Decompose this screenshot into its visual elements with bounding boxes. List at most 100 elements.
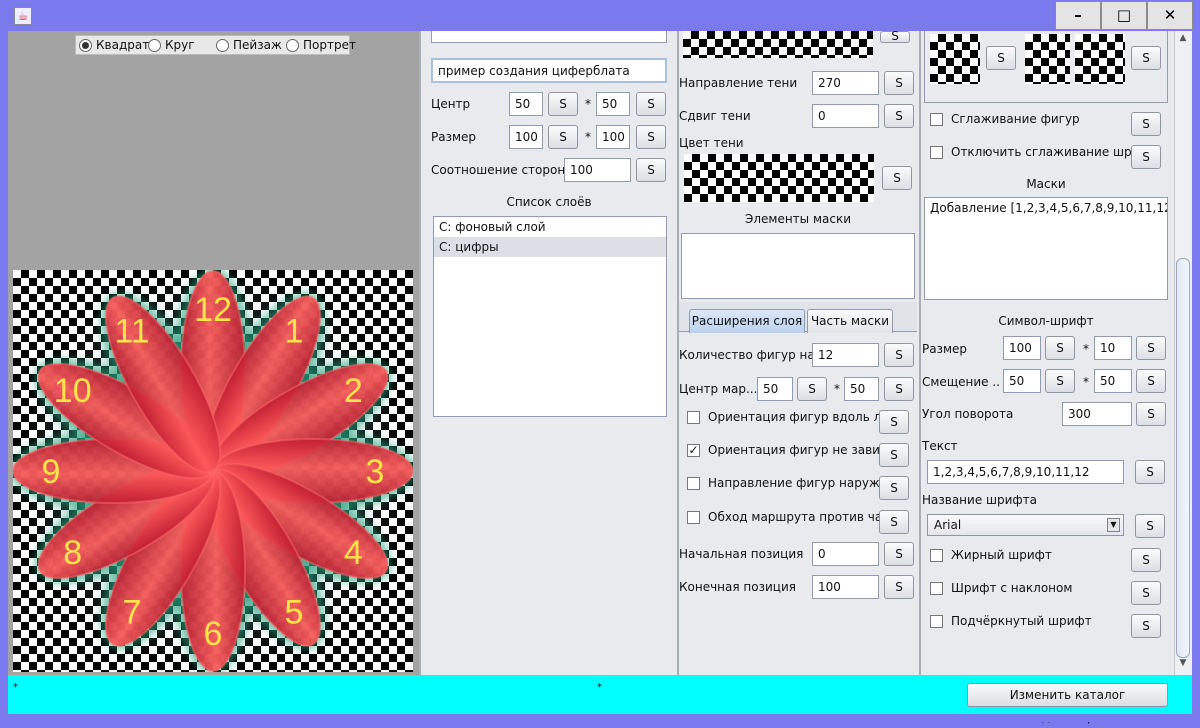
- dial-digit: 11: [114, 313, 149, 351]
- radio-square[interactable]: Квадрат: [79, 38, 149, 52]
- aspect-s-button[interactable]: S: [636, 158, 666, 182]
- rotation-angle-input[interactable]: 300: [1062, 402, 1132, 426]
- shadow-color-s-button[interactable]: S: [882, 166, 912, 190]
- mask-elements-list[interactable]: [681, 233, 915, 299]
- chevron-down-icon[interactable]: ▼: [1107, 518, 1120, 532]
- start-position-input[interactable]: 0: [812, 542, 879, 566]
- route-center-y-input[interactable]: 50: [844, 377, 879, 401]
- route-center-x-s-button[interactable]: S: [797, 377, 827, 401]
- shadow-color-swatch[interactable]: [684, 154, 874, 202]
- route-center-x-input[interactable]: 50: [757, 377, 793, 401]
- aspect-label: Соотношение сторон: [431, 163, 566, 177]
- underline-s-button[interactable]: S: [1131, 614, 1161, 638]
- radio-portrait[interactable]: Портрет: [286, 38, 356, 52]
- font-size-x-input[interactable]: 100: [1003, 336, 1041, 360]
- layer-name-input[interactable]: пример создания циферблата: [431, 58, 667, 83]
- underline-font-checkbox[interactable]: Подчёркнутый шрифт: [930, 614, 1092, 628]
- mask-swatch-1[interactable]: [930, 34, 980, 84]
- size-x-s-button[interactable]: S: [548, 125, 578, 149]
- tab-mask-part[interactable]: Часть маски: [807, 309, 893, 333]
- italic-font-checkbox[interactable]: Шрифт с наклоном: [930, 581, 1072, 595]
- font-name-select[interactable]: Arial ▼: [927, 514, 1124, 536]
- mask-swatch-3-s-button[interactable]: S: [1131, 46, 1161, 70]
- size-y-input[interactable]: 100: [596, 125, 630, 149]
- shadow-direction-input[interactable]: 270: [812, 71, 879, 95]
- aspect-input[interactable]: 100: [564, 158, 631, 182]
- font-size-x-s-button[interactable]: S: [1045, 336, 1075, 360]
- disable-font-smoothing-checkbox[interactable]: Отключить сглаживание шри...: [930, 145, 1151, 159]
- top-field[interactable]: [431, 31, 667, 43]
- tab-layer-extensions[interactable]: Расширения слоя: [689, 309, 805, 333]
- mask-swatch-3[interactable]: [1075, 34, 1125, 84]
- dial-canvas: 121234567891011: [9, 267, 417, 675]
- checkbox-icon: [930, 614, 943, 628]
- reverse-route-checkbox[interactable]: Обход маршрута против ча...: [687, 510, 894, 524]
- bold-s-button[interactable]: S: [1131, 548, 1161, 572]
- scrollbar-thumb[interactable]: [1176, 258, 1190, 658]
- font-offset-x-input[interactable]: 50: [1003, 369, 1041, 393]
- radio-circle[interactable]: Круг: [148, 38, 195, 52]
- minimize-button[interactable]: –: [1055, 1, 1101, 30]
- size-y-s-button[interactable]: S: [636, 125, 666, 149]
- size-x-input[interactable]: 100: [509, 125, 543, 149]
- figure-count-input[interactable]: 12: [812, 343, 879, 367]
- orient-independent-s-button[interactable]: S: [879, 443, 909, 467]
- star-separator: *: [1083, 375, 1089, 389]
- scroll-down-icon[interactable]: ▼: [1176, 658, 1190, 672]
- end-position-s-button[interactable]: S: [884, 575, 914, 599]
- figure-count-s-button[interactable]: S: [884, 343, 914, 367]
- end-position-input[interactable]: 100: [812, 575, 879, 599]
- disable-smoothing-s-button[interactable]: S: [1131, 145, 1161, 169]
- orient-along-s-button[interactable]: S: [879, 410, 909, 434]
- close-button[interactable]: ✕: [1147, 1, 1193, 30]
- radio-landscape[interactable]: Пейзаж: [216, 38, 282, 52]
- scroll-up-icon[interactable]: ▲: [1176, 33, 1190, 47]
- text-input[interactable]: 1,2,3,4,5,6,7,8,9,10,11,12: [927, 460, 1124, 484]
- dial-preview: 12 1 2 3 4 5 6 7 8 9 10 11: [9, 267, 417, 675]
- mask-swatch-1-s-button[interactable]: S: [986, 46, 1016, 70]
- orient-independent-checkbox[interactable]: ✓ Ориентация фигур не зави...: [687, 443, 891, 457]
- masks-list[interactable]: Добавление [1,2,3,4,5,6,7,8,9,10,11,12]: [924, 197, 1168, 300]
- window-bottom-border: [0, 714, 1200, 722]
- change-indicator-catalog-button[interactable]: Изменить каталог индикаторов: [967, 683, 1168, 724]
- checkbox-icon: [687, 476, 700, 490]
- font-offset-y-s-button[interactable]: S: [1136, 369, 1166, 393]
- star-separator: *: [585, 97, 591, 111]
- start-position-s-button[interactable]: S: [884, 542, 914, 566]
- center-y-input[interactable]: 50: [596, 92, 630, 116]
- layers-list[interactable]: С: фоновый слой С: цифры: [433, 216, 667, 417]
- font-size-y-input[interactable]: 10: [1094, 336, 1132, 360]
- smoothing-checkbox[interactable]: Сглаживание фигур: [930, 112, 1080, 126]
- center-x-input[interactable]: 50: [509, 92, 543, 116]
- direction-outward-s-button[interactable]: S: [879, 476, 909, 500]
- font-offset-x-s-button[interactable]: S: [1045, 369, 1075, 393]
- font-size-y-s-button[interactable]: S: [1136, 336, 1166, 360]
- list-item[interactable]: С: фоновый слой: [434, 217, 666, 237]
- shadow-direction-s-button[interactable]: S: [884, 71, 914, 95]
- bold-font-checkbox[interactable]: Жирный шрифт: [930, 548, 1052, 562]
- maximize-button[interactable]: □: [1101, 1, 1147, 30]
- font-name-s-button[interactable]: S: [1135, 514, 1165, 538]
- route-center-y-s-button[interactable]: S: [884, 377, 914, 401]
- checkbox-label: Жирный шрифт: [951, 548, 1052, 562]
- list-item[interactable]: С: цифры: [434, 237, 666, 257]
- reverse-route-s-button[interactable]: S: [879, 510, 909, 534]
- shadow-offset-input[interactable]: 0: [812, 104, 879, 128]
- mask-swatch-2[interactable]: [1025, 34, 1070, 84]
- center-x-s-button[interactable]: S: [548, 92, 578, 116]
- rotation-angle-s-button[interactable]: S: [1136, 402, 1166, 426]
- italic-s-button[interactable]: S: [1131, 581, 1161, 605]
- star-separator: *: [834, 382, 840, 396]
- font-size-label: Размер: [922, 342, 968, 356]
- list-item[interactable]: Добавление [1,2,3,4,5,6,7,8,9,10,11,12]: [925, 198, 1167, 218]
- direction-outward-checkbox[interactable]: Направление фигур наружу...: [687, 476, 898, 490]
- smoothing-s-button[interactable]: S: [1131, 112, 1161, 136]
- checkbox-icon: [930, 145, 943, 159]
- radio-dot-icon: [79, 38, 92, 52]
- orient-along-route-checkbox[interactable]: Ориентация фигур вдоль л...: [687, 410, 893, 424]
- top-s-button[interactable]: S: [880, 30, 910, 43]
- font-offset-y-input[interactable]: 50: [1094, 369, 1132, 393]
- center-y-s-button[interactable]: S: [636, 92, 666, 116]
- text-s-button[interactable]: S: [1135, 460, 1165, 484]
- shadow-offset-s-button[interactable]: S: [884, 104, 914, 128]
